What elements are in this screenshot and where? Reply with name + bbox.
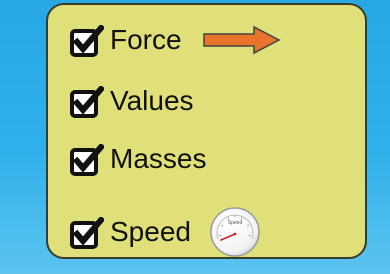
force-checkbox[interactable]: [70, 25, 104, 57]
speedometer-icon: Speed: [210, 207, 260, 257]
speed-option[interactable]: Speed Speed: [70, 206, 261, 258]
force-option[interactable]: Force: [70, 24, 282, 57]
values-label: Values: [110, 85, 194, 116]
force-label: Force: [110, 24, 182, 55]
speed-checkbox[interactable]: [70, 217, 104, 249]
visibility-controls-panel: Force Values Masses Speed Speed: [46, 3, 367, 259]
checkmark-icon: [70, 144, 104, 176]
masses-label: Masses: [110, 143, 207, 174]
force-arrow-icon: [202, 25, 281, 55]
speed-label: Speed: [110, 216, 191, 247]
checkmark-icon: [70, 86, 104, 118]
speedometer-label: Speed: [228, 220, 243, 226]
values-checkbox[interactable]: [70, 86, 104, 118]
checkmark-icon: [70, 25, 104, 57]
checkmark-icon: [70, 217, 104, 249]
masses-option[interactable]: Masses: [70, 143, 207, 176]
values-option[interactable]: Values: [70, 85, 194, 118]
masses-checkbox[interactable]: [70, 144, 104, 176]
